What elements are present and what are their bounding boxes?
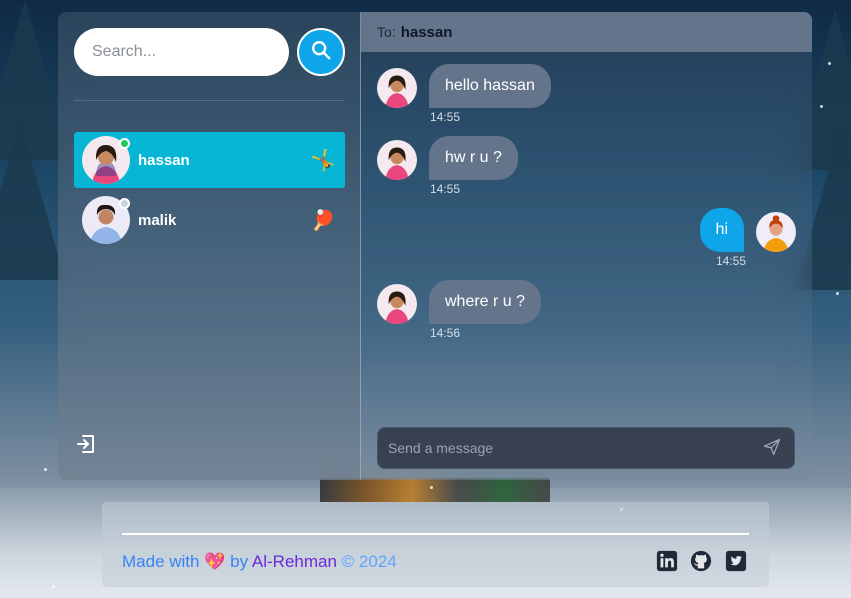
send-button[interactable] bbox=[762, 437, 784, 459]
footer-divider bbox=[122, 533, 749, 535]
message-bubble: hello hassan bbox=[429, 64, 551, 108]
search-button[interactable] bbox=[297, 28, 345, 76]
logout-button[interactable] bbox=[74, 432, 100, 458]
conversation-item-hassan[interactable]: hassan 🤸 bbox=[74, 132, 345, 188]
made-with-text: Made with bbox=[122, 552, 200, 571]
message-bubble: hi bbox=[699, 208, 744, 252]
logout-icon bbox=[74, 435, 98, 460]
linkedin-icon bbox=[656, 550, 678, 576]
message-received: hello hassan bbox=[377, 64, 551, 108]
avatar bbox=[82, 136, 130, 184]
sender-avatar bbox=[377, 284, 417, 324]
message-time: 14:56 bbox=[430, 326, 461, 340]
avatar bbox=[82, 196, 130, 244]
heart-icon: 💖 bbox=[204, 552, 226, 571]
search-icon bbox=[310, 39, 332, 66]
message-time: 14:55 bbox=[430, 182, 461, 196]
sender-avatar bbox=[377, 68, 417, 108]
my-avatar bbox=[756, 212, 796, 252]
online-status-dot bbox=[119, 138, 130, 149]
recipient-label: To: bbox=[377, 24, 396, 40]
copyright-text: © 2024 bbox=[341, 552, 397, 571]
recipient-name: hassan bbox=[400, 23, 453, 41]
search-input[interactable] bbox=[74, 28, 289, 76]
message-time: 14:55 bbox=[716, 254, 747, 268]
footer: Made with 💖 by Al-Rehman © 2024 bbox=[102, 502, 769, 587]
offline-status-dot bbox=[119, 198, 130, 209]
footer-credit: Made with 💖 by Al-Rehman © 2024 bbox=[122, 552, 397, 572]
chat-header: To: hassan bbox=[361, 12, 812, 52]
author-link[interactable]: Al-Rehman bbox=[252, 552, 337, 571]
message-input[interactable] bbox=[388, 440, 762, 456]
twitter-link[interactable] bbox=[725, 550, 747, 572]
message-bubble: hw r u ? bbox=[429, 136, 518, 180]
linkedin-link[interactable] bbox=[656, 550, 678, 572]
sender-avatar bbox=[377, 140, 417, 180]
message-composer bbox=[377, 427, 795, 469]
chat-panel: To: hassan hello hassan 14:55 hw r u ? 1… bbox=[361, 12, 812, 480]
conversation-item-malik[interactable]: malik 🏓 bbox=[74, 192, 345, 248]
message-sent: hi bbox=[699, 208, 796, 252]
github-icon bbox=[690, 550, 712, 576]
sidebar-divider bbox=[74, 100, 344, 101]
message-time: 14:55 bbox=[430, 110, 461, 124]
sidebar: hassan 🤸 malik 🏓 bbox=[58, 12, 361, 480]
chat-app: hassan 🤸 malik 🏓 bbox=[58, 12, 812, 480]
conversation-name: malik bbox=[138, 211, 177, 229]
by-text: by bbox=[230, 552, 249, 571]
search-bar bbox=[74, 28, 345, 76]
message-received: hw r u ? bbox=[377, 136, 518, 180]
github-link[interactable] bbox=[690, 550, 712, 572]
conversation-emoji: 🏓 bbox=[310, 209, 336, 232]
send-icon bbox=[762, 438, 782, 461]
twitter-icon bbox=[725, 550, 747, 576]
conversation-emoji: 🤸 bbox=[310, 149, 336, 172]
message-bubble: where r u ? bbox=[429, 280, 542, 324]
message-received: where r u ? bbox=[377, 280, 542, 324]
conversation-name: hassan bbox=[138, 151, 190, 169]
